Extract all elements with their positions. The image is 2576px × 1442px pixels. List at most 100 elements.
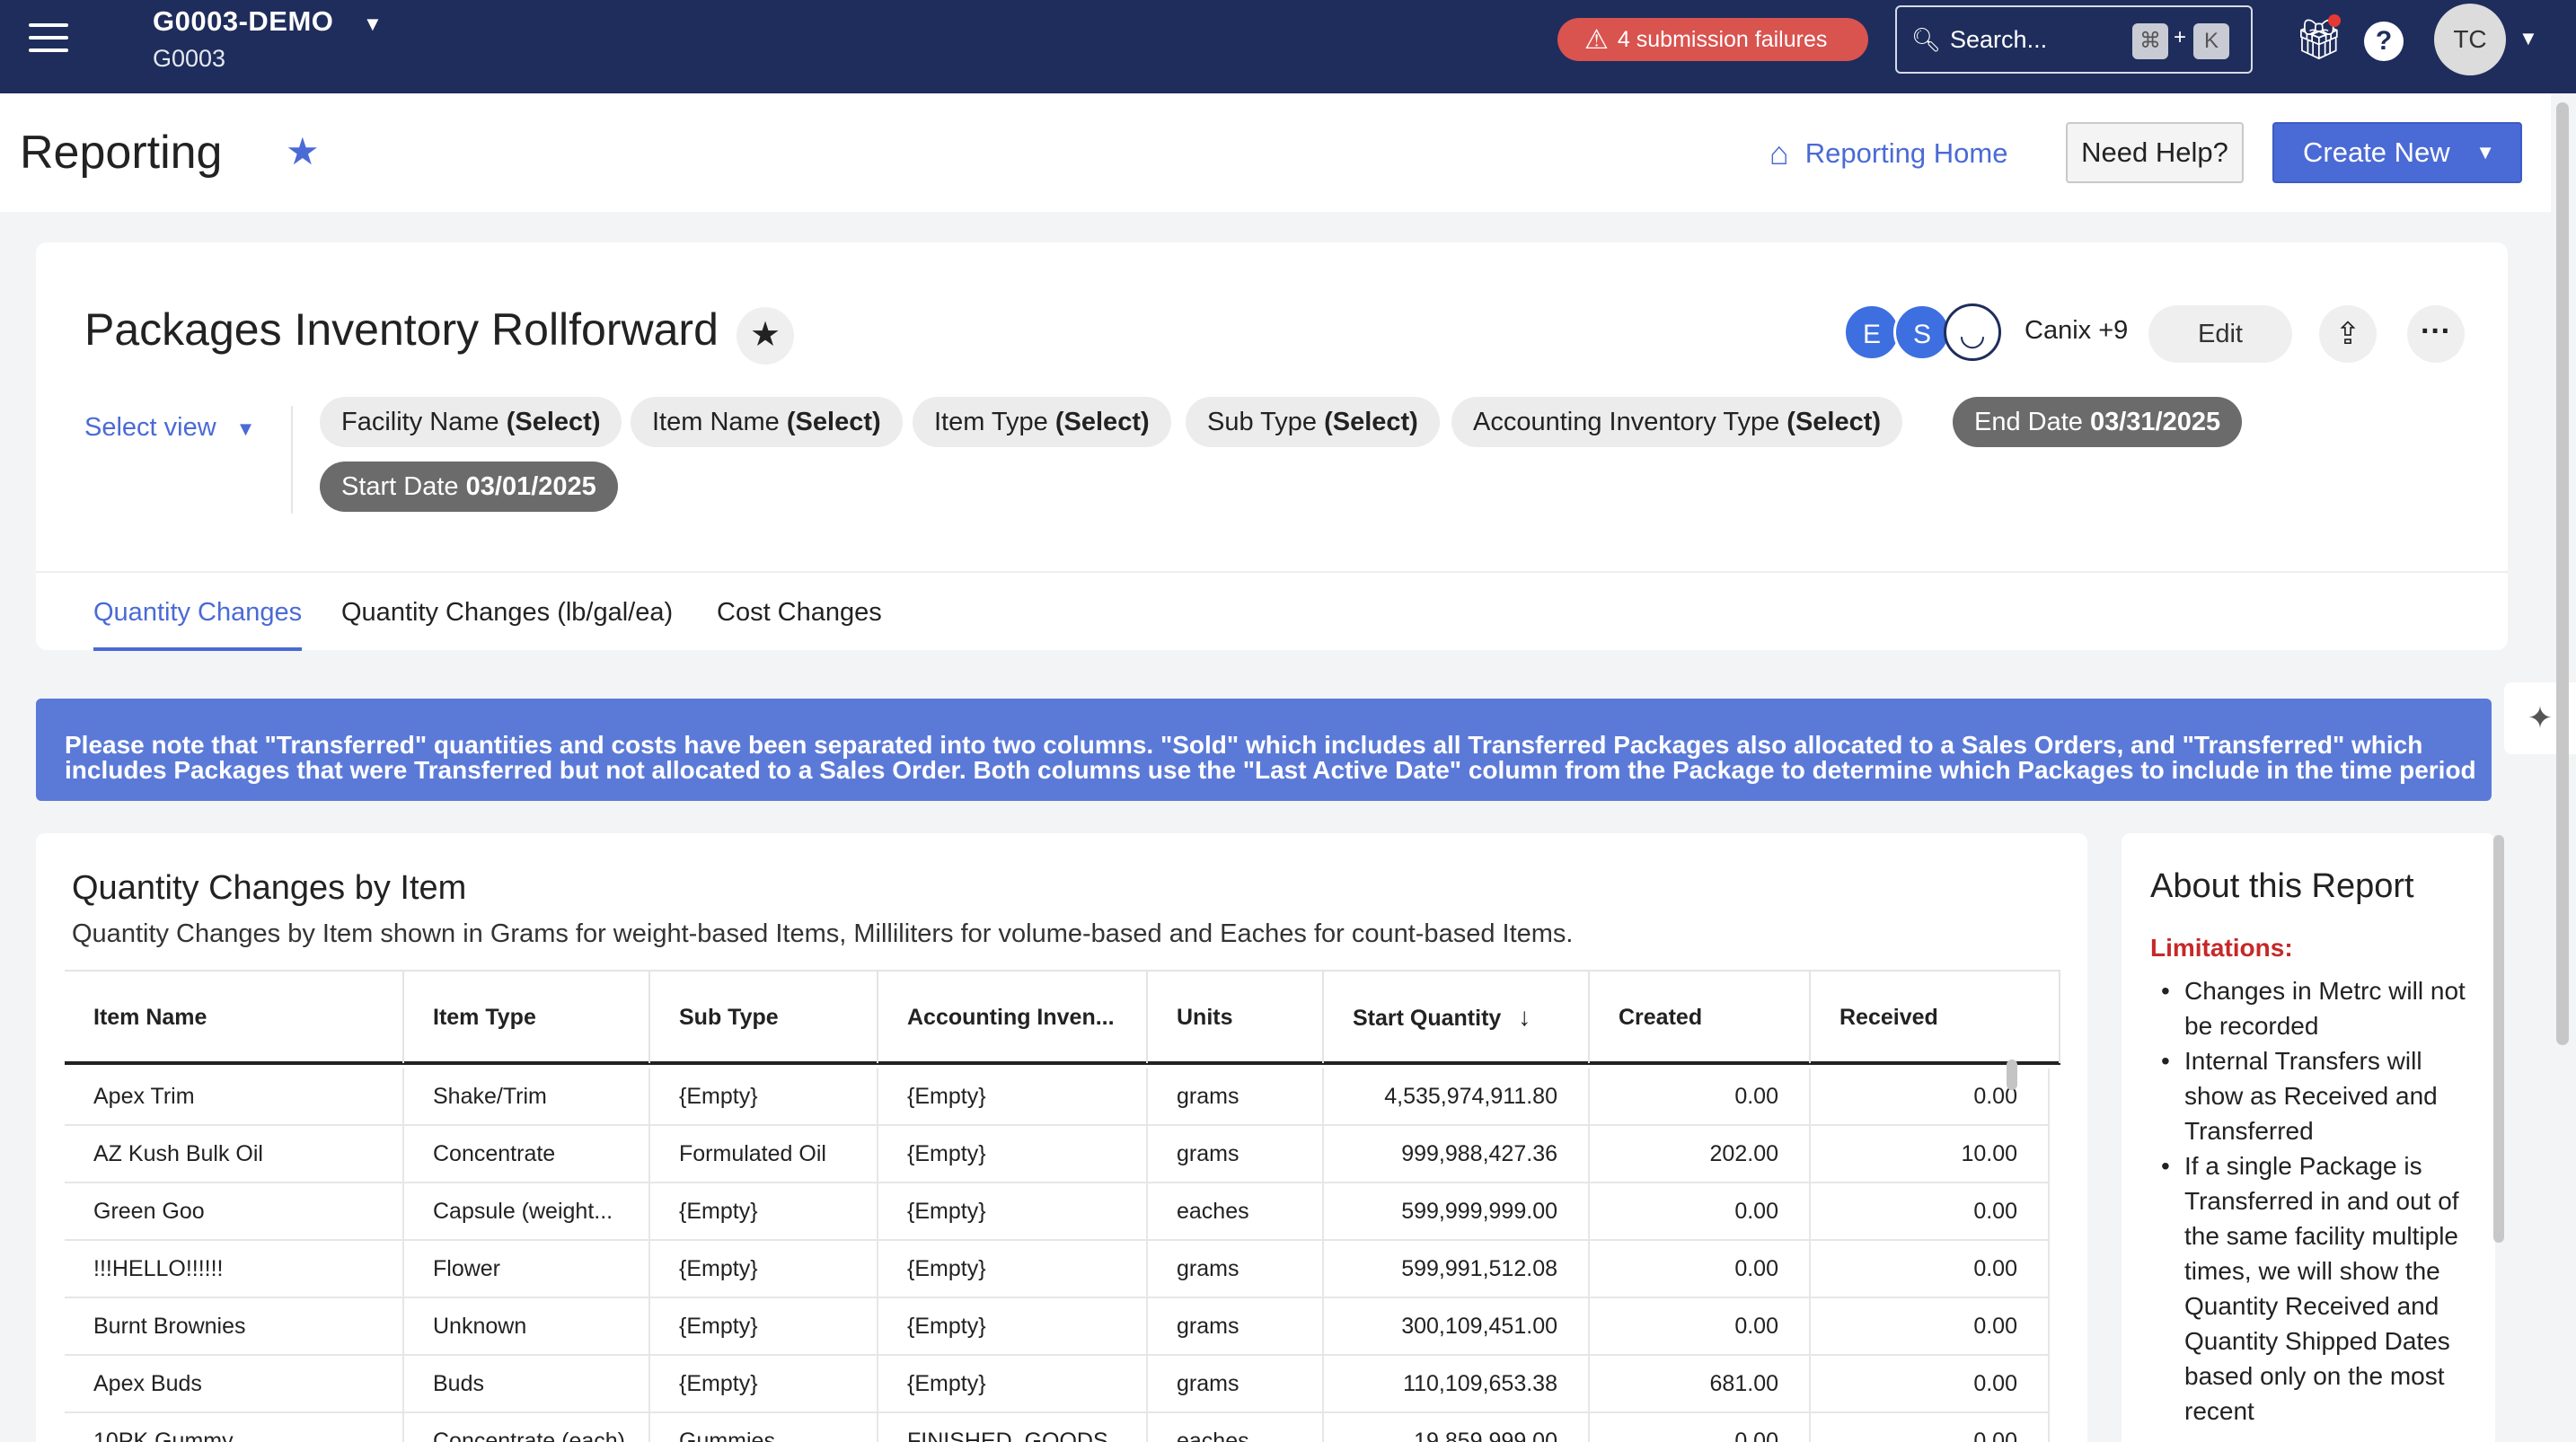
cell-received: 0.00	[1811, 1183, 2050, 1239]
search-input[interactable]: 🔍︎ Search... ⌘ + K	[1895, 5, 2253, 74]
filter-value: (Select)	[1054, 408, 1150, 436]
reporting-home-link[interactable]: ⌂ Reporting Home	[1769, 135, 2007, 172]
filter-chip-facility-name[interactable]: Facility Name (Select)	[320, 397, 622, 447]
cell-received: 0.00	[1811, 1356, 2050, 1411]
column-header-item-type[interactable]: Item Type	[404, 972, 650, 1063]
chevron-down-icon[interactable]: ▼	[2519, 27, 2538, 50]
table-row[interactable]: !!!HELLO!!!!!! Flower {Empty} {Empty} grams 5…	[65, 1241, 2050, 1298]
cell-item-name: 10PK Gummy	[65, 1413, 404, 1442]
page-scrollbar[interactable]	[2556, 102, 2569, 1045]
column-header-start-quantity[interactable]: Start Quantity ↓	[1324, 972, 1590, 1063]
cell-accounting-inventory: {Empty}	[878, 1241, 1148, 1297]
filter-value: (Select)	[786, 408, 881, 436]
tab-cost-changes[interactable]: Cost Changes	[717, 598, 882, 647]
filter-chip-accounting-inventory-type[interactable]: Accounting Inventory Type (Select)	[1451, 397, 1903, 447]
tab-quantity-changes[interactable]: Quantity Changes	[93, 598, 303, 651]
avatar[interactable]: S	[1893, 303, 1951, 361]
cell-units: grams	[1148, 1298, 1324, 1354]
filter-chip-item-name[interactable]: Item Name (Select)	[631, 397, 903, 447]
column-header-accounting-inventory[interactable]: Accounting Inven...	[878, 972, 1148, 1063]
chevron-down-icon: ▼	[2475, 141, 2495, 163]
table-row[interactable]: Burnt Brownies Unknown {Empty} {Empty} grams…	[65, 1298, 2050, 1356]
user-avatar[interactable]: TC	[2434, 4, 2506, 75]
cell-item-name: Apex Buds	[65, 1356, 404, 1411]
table-scrollbar[interactable]	[2007, 1060, 2017, 1090]
list-item: Changes in Metrc will not be recorded	[2157, 973, 2486, 1043]
shared-with-label[interactable]: Canix +9	[2025, 316, 2128, 346]
cell-item-type: Buds	[404, 1356, 650, 1411]
cell-start-quantity: 999,988,427.36	[1324, 1126, 1590, 1182]
limitations-list: Changes in Metrc will not be recorded In…	[2157, 973, 2486, 1429]
cell-created: 681.00	[1590, 1356, 1811, 1411]
filter-chip-item-type[interactable]: Item Type (Select)	[913, 397, 1171, 447]
filter-value: (Select)	[1324, 408, 1418, 436]
org-name[interactable]: G0003-DEMO	[153, 5, 333, 38]
cell-item-name: Apex Trim	[65, 1068, 404, 1124]
favorite-star-icon[interactable]: ★	[286, 129, 320, 173]
cell-item-name: !!!HELLO!!!!!!	[65, 1241, 404, 1297]
cell-item-type: Unknown	[404, 1298, 650, 1354]
cell-sub-type: {Empty}	[650, 1183, 878, 1239]
cell-start-quantity: 599,991,512.08	[1324, 1241, 1590, 1297]
column-header-units[interactable]: Units	[1148, 972, 1324, 1063]
filter-chip-sub-type[interactable]: Sub Type (Select)	[1186, 397, 1440, 447]
cell-start-quantity: 300,109,451.00	[1324, 1298, 1590, 1354]
cell-accounting-inventory: {Empty}	[878, 1356, 1148, 1411]
filter-chip-start-date[interactable]: Start Date 03/01/2025	[320, 462, 618, 512]
cell-item-name: AZ Kush Bulk Oil	[65, 1126, 404, 1182]
warning-icon: ⚠	[1584, 24, 1609, 55]
column-header-created[interactable]: Created	[1590, 972, 1811, 1063]
filter-label: Sub Type	[1207, 408, 1318, 436]
cell-accounting-inventory: FINISHED_GOODS	[878, 1413, 1148, 1442]
cell-accounting-inventory: {Empty}	[878, 1183, 1148, 1239]
table-header: Item Name Item Type Sub Type Accounting …	[65, 970, 2060, 1065]
cell-created: 0.00	[1590, 1413, 1811, 1442]
menu-icon[interactable]	[29, 23, 68, 59]
table-row[interactable]: Apex Trim Shake/Trim {Empty} {Empty} grams 4,…	[65, 1068, 2050, 1126]
cell-accounting-inventory: {Empty}	[878, 1068, 1148, 1124]
select-view-label: Select view	[84, 413, 216, 442]
table-row[interactable]: Apex Buds Buds {Empty} {Empty} grams 110,109,…	[65, 1356, 2050, 1413]
cell-start-quantity: 599,999,999.00	[1324, 1183, 1590, 1239]
select-view-dropdown[interactable]: Select view ▼	[84, 413, 255, 443]
about-scrollbar[interactable]	[2493, 835, 2504, 1243]
column-header-item-name[interactable]: Item Name	[65, 972, 404, 1063]
filter-value: (Select)	[506, 408, 601, 436]
about-report-card: About this Report Limitations: Changes i…	[2122, 833, 2495, 1442]
table-row[interactable]: AZ Kush Bulk Oil Concentrate Formulated Oi…	[65, 1126, 2050, 1183]
shortcut-plus: +	[2174, 25, 2187, 49]
cell-units: grams	[1148, 1356, 1324, 1411]
column-header-sub-type[interactable]: Sub Type	[650, 972, 878, 1063]
table-row[interactable]: Green Goo Capsule (weight... {Empty} {Empty…	[65, 1183, 2050, 1241]
cell-units: grams	[1148, 1126, 1324, 1182]
tab-quantity-changes-units[interactable]: Quantity Changes (lb/gal/ea)	[341, 598, 673, 647]
filter-label: Facility Name	[341, 408, 499, 436]
table-row[interactable]: 10PK Gummy Concentrate (each) Gummies FINIS…	[65, 1413, 2050, 1442]
favorite-star-icon[interactable]: ★	[737, 307, 794, 365]
need-help-button[interactable]: Need Help?	[2066, 122, 2244, 183]
more-options-icon[interactable]: ···	[2407, 305, 2465, 363]
canix-logo-icon[interactable]: ◡	[1944, 303, 2001, 361]
start-quantity-label: Start Quantity	[1353, 1006, 1502, 1031]
avatar[interactable]: E	[1843, 303, 1901, 361]
share-icon[interactable]: ⇪	[2319, 305, 2377, 363]
filter-label: End Date	[1974, 408, 2083, 436]
column-header-received[interactable]: Received	[1811, 972, 2060, 1063]
cell-accounting-inventory: {Empty}	[878, 1298, 1148, 1354]
submission-failures-label: 4 submission failures	[1617, 26, 1828, 52]
edit-button[interactable]: Edit	[2148, 305, 2292, 363]
table-title: Quantity Changes by Item	[72, 869, 467, 907]
cell-start-quantity: 19,859,999.00	[1324, 1413, 1590, 1442]
report-card: Packages Inventory Rollforward ★ E S ◡ C…	[36, 242, 2508, 651]
submission-failures-badge[interactable]: ⚠ 4 submission failures	[1557, 18, 1868, 61]
cell-item-name: Burnt Brownies	[65, 1298, 404, 1354]
cell-item-name: Green Goo	[65, 1183, 404, 1239]
help-icon[interactable]: ?	[2364, 22, 2404, 61]
chevron-down-icon[interactable]: ▼	[363, 13, 383, 36]
create-new-button[interactable]: Create New ▼	[2272, 122, 2522, 183]
filter-value: 03/31/2025	[2089, 408, 2221, 436]
cell-created: 202.00	[1590, 1126, 1811, 1182]
filter-chip-end-date[interactable]: End Date 03/31/2025	[1953, 397, 2243, 447]
cell-sub-type: Formulated Oil	[650, 1126, 878, 1182]
sort-arrow-down-icon: ↓	[1518, 1003, 1531, 1031]
